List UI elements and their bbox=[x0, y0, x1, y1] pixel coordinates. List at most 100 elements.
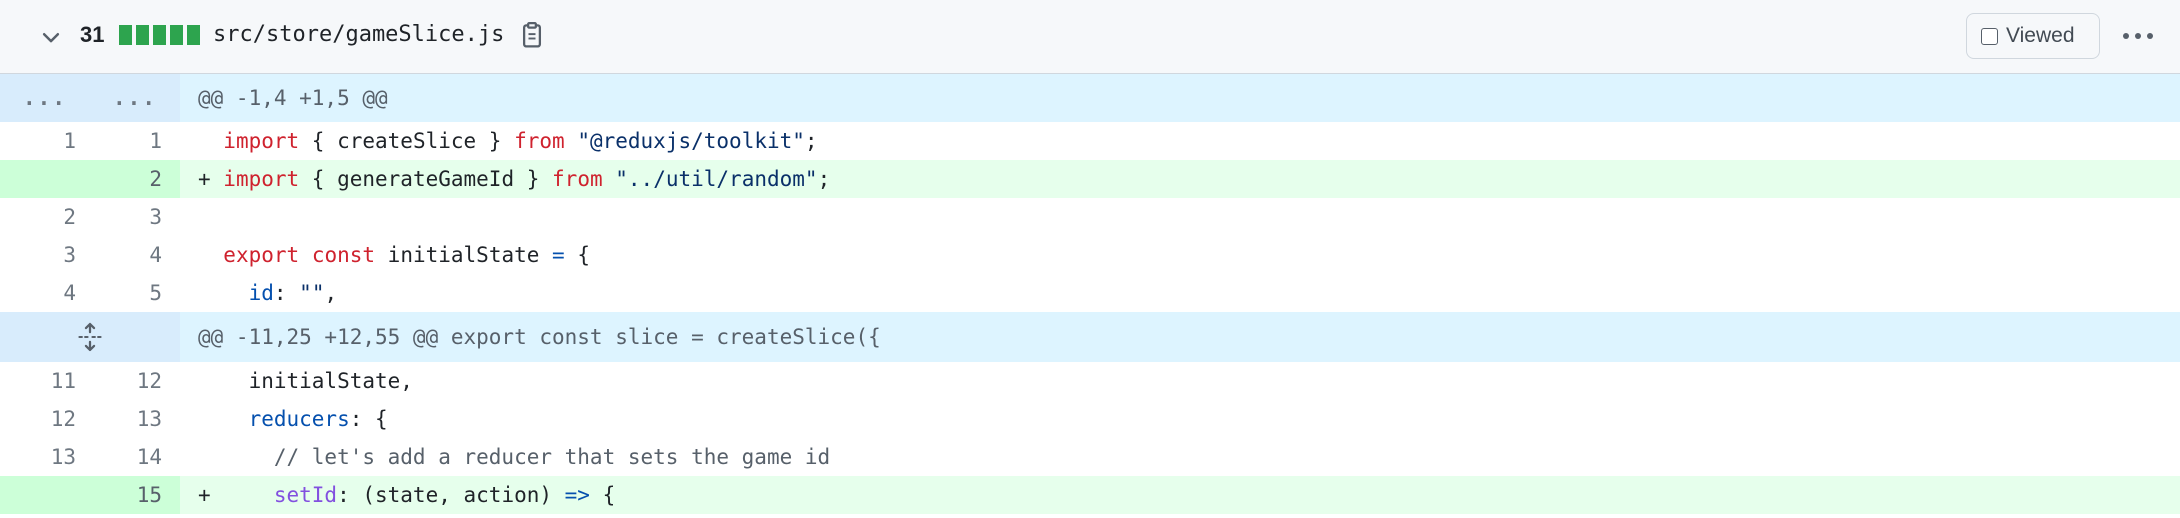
code-token: initialState bbox=[375, 243, 553, 267]
code-token: "../util/random" bbox=[615, 167, 818, 191]
expand-up-marker[interactable]: ... bbox=[0, 74, 90, 122]
code-token: { createSlice } bbox=[299, 129, 515, 153]
code-token: export bbox=[223, 243, 300, 267]
code-token: { bbox=[589, 483, 616, 507]
code-line: import { createSlice } from "@reduxjs/to… bbox=[180, 122, 2180, 160]
hunk-header: @@ -11,25 +12,55 @@ export const slice =… bbox=[180, 312, 2180, 362]
new-line-number[interactable]: 14 bbox=[90, 438, 180, 476]
viewed-checkbox[interactable] bbox=[1981, 27, 1998, 45]
context-line-row: 13 14 // let's add a reducer that sets th… bbox=[0, 438, 2180, 476]
code-token: : { bbox=[349, 407, 388, 431]
old-line-number[interactable]: 2 bbox=[0, 198, 90, 236]
code-token: from bbox=[514, 129, 565, 153]
hunk-header-row: ... ... @@ -1,4 +1,5 @@ bbox=[0, 74, 2180, 122]
code-token: reducers bbox=[248, 407, 350, 431]
code-token: ; bbox=[804, 129, 818, 153]
collapse-chevron-icon[interactable] bbox=[36, 22, 66, 52]
old-line-number[interactable]: 13 bbox=[0, 438, 90, 476]
old-line-number[interactable]: 4 bbox=[0, 274, 90, 312]
hunk-lines: 11 12 initialState, 12 13 reducers: {13 14 /… bbox=[0, 362, 2180, 514]
added-line-row: 15 + setId: (state, action) => { bbox=[0, 476, 2180, 514]
new-line-number[interactable]: 3 bbox=[90, 198, 180, 236]
diffstat-block bbox=[153, 25, 166, 45]
code-token: => bbox=[564, 483, 590, 507]
file-path[interactable]: src/store/gameSlice.js bbox=[213, 0, 504, 70]
copy-clipboard-icon[interactable] bbox=[518, 20, 548, 50]
code-token: // let's add a reducer that sets the gam… bbox=[273, 445, 831, 469]
new-line-number[interactable]: 13 bbox=[90, 400, 180, 438]
code-line: reducers: { bbox=[180, 400, 2180, 438]
code-line: initialState, bbox=[180, 362, 2180, 400]
hunk-header: @@ -1,4 +1,5 @@ bbox=[180, 74, 2180, 122]
code-token: initialState, bbox=[198, 369, 413, 393]
diffstat-bar bbox=[119, 25, 200, 45]
diffstat-block bbox=[187, 25, 200, 45]
code-token: "" bbox=[299, 281, 325, 305]
code-token: import bbox=[223, 167, 300, 191]
diffstat-block bbox=[136, 25, 149, 45]
old-line-number[interactable]: 12 bbox=[0, 400, 90, 438]
context-line-row: 11 12 initialState, bbox=[0, 362, 2180, 400]
old-line-number[interactable]: 3 bbox=[0, 236, 90, 274]
context-line-row: 11 import { createSlice } from "@reduxjs… bbox=[0, 122, 2180, 160]
new-line-number[interactable]: 1 bbox=[90, 122, 180, 160]
code-line: + setId: (state, action) => { bbox=[180, 476, 2180, 514]
line-number-gutter: 2 bbox=[0, 160, 180, 198]
old-line-number[interactable] bbox=[0, 476, 90, 514]
old-line-number[interactable]: 1 bbox=[0, 122, 90, 160]
old-line-number[interactable]: 11 bbox=[0, 362, 90, 400]
line-number-gutter: 45 bbox=[0, 274, 180, 312]
code-token: = bbox=[552, 243, 565, 267]
hunk-lines: 11 import { createSlice } from "@reduxjs… bbox=[0, 122, 2180, 312]
code-token: "@reduxjs/toolkit" bbox=[577, 129, 805, 153]
code-line: + import { generateGameId } from "../uti… bbox=[180, 160, 2180, 198]
file-header: 31 src/store/gameSlice.js Viewed bbox=[0, 0, 2180, 74]
new-line-number[interactable]: 12 bbox=[90, 362, 180, 400]
line-number-gutter: 12 13 bbox=[0, 400, 180, 438]
code-line: id: "", bbox=[180, 274, 2180, 312]
change-count: 31 bbox=[80, 22, 105, 47]
diff-table: ... ... @@ -1,4 +1,5 @@ 11 import { crea… bbox=[0, 74, 2180, 514]
new-line-number[interactable]: 2 bbox=[90, 160, 180, 198]
code-token: : bbox=[273, 281, 300, 305]
new-line-number[interactable]: 15 bbox=[90, 476, 180, 514]
context-line-row: 45 id: "", bbox=[0, 274, 2180, 312]
code-token: + bbox=[198, 167, 224, 191]
viewed-label: Viewed bbox=[2006, 24, 2075, 47]
code-token: const bbox=[311, 243, 376, 267]
old-line-number[interactable] bbox=[0, 160, 90, 198]
hunk-gutter[interactable]: ... ... bbox=[0, 74, 180, 122]
line-number-gutter: 11 12 bbox=[0, 362, 180, 400]
line-number-gutter: 15 bbox=[0, 476, 180, 514]
new-line-number[interactable]: 4 bbox=[90, 236, 180, 274]
code-token: : (state, action) bbox=[337, 483, 565, 507]
code-token: { generateGameId } bbox=[299, 167, 553, 191]
expand-hunk-icon[interactable] bbox=[0, 312, 180, 362]
more-options-icon[interactable] bbox=[2118, 20, 2158, 52]
expand-down-marker[interactable]: ... bbox=[90, 74, 180, 122]
context-line-row: 23 bbox=[0, 198, 2180, 236]
line-number-gutter: 11 bbox=[0, 122, 180, 160]
diffstat-block bbox=[119, 25, 132, 45]
code-token: setId bbox=[273, 483, 338, 507]
code-token: from bbox=[552, 167, 603, 191]
code-line: export const initialState = { bbox=[180, 236, 2180, 274]
line-number-gutter: 34 bbox=[0, 236, 180, 274]
code-token: + bbox=[198, 483, 274, 507]
new-line-number[interactable]: 5 bbox=[90, 274, 180, 312]
code-token: id bbox=[248, 281, 274, 305]
line-number-gutter: 13 14 bbox=[0, 438, 180, 476]
code-token: ; bbox=[817, 167, 831, 191]
code-token: import bbox=[223, 129, 300, 153]
viewed-toggle[interactable]: Viewed bbox=[1966, 13, 2100, 59]
code-token: { bbox=[564, 243, 590, 267]
context-line-row: 12 13 reducers: { bbox=[0, 400, 2180, 438]
code-line bbox=[180, 198, 2180, 236]
